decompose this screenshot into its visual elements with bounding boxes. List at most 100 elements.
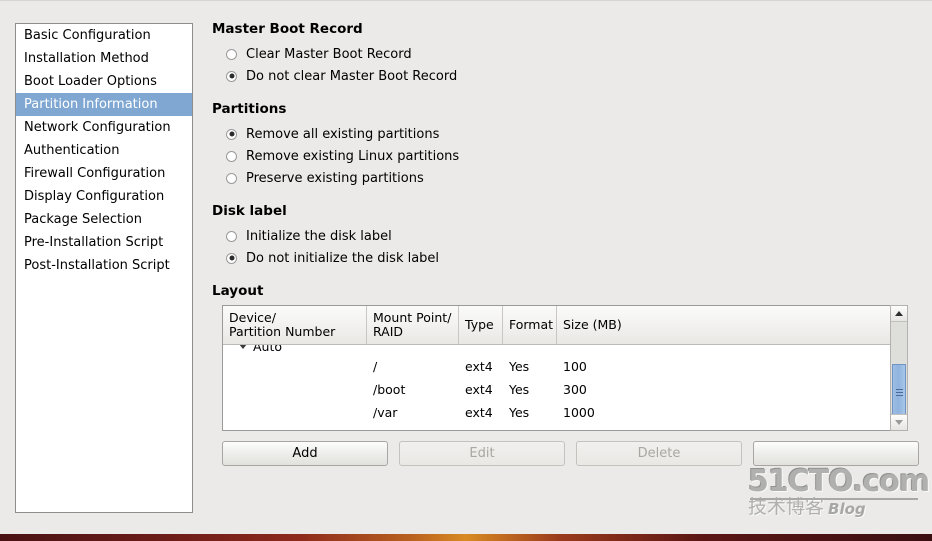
sidebar-item-boot-loader-options[interactable]: Boot Loader Options <box>16 70 192 93</box>
sidebar-item-installation-method[interactable]: Installation Method <box>16 47 192 70</box>
radio-label: Clear Master Boot Record <box>246 46 412 62</box>
radio-label: Initialize the disk label <box>246 228 392 244</box>
chevron-up-icon <box>895 311 903 316</box>
column-header-type-label: Type <box>465 316 494 332</box>
add-button[interactable]: Add <box>222 441 388 466</box>
scroll-down-button[interactable] <box>891 414 907 430</box>
layout-title: Layout <box>212 283 264 299</box>
radio-button-icon[interactable] <box>226 252 237 264</box>
table-row[interactable]: Auto <box>223 345 897 355</box>
scrollbar-thumb[interactable] <box>892 364 906 420</box>
radio-label: Preserve existing partitions <box>246 170 424 186</box>
column-header-device[interactable]: Device/ Partition Number <box>223 306 367 344</box>
expander-triangle-down-icon[interactable] <box>239 345 247 349</box>
sidebar-item-post-installation-script[interactable]: Post-Installation Script <box>16 254 192 277</box>
sidebar-item-network-configuration[interactable]: Network Configuration <box>16 116 192 139</box>
radio-button-icon[interactable] <box>226 172 237 184</box>
fourth-action-button[interactable] <box>753 441 919 466</box>
column-header-size[interactable]: Size (MB) <box>557 306 897 344</box>
cell-type: ext4 <box>465 405 493 420</box>
radio-initialize-disk-label[interactable]: Initialize the disk label <box>212 225 918 247</box>
partitions-group: Partitions Remove all existing partition… <box>212 101 918 189</box>
sidebar-item-partition-information[interactable]: Partition Information <box>16 93 192 116</box>
edit-button[interactable]: Edit <box>399 441 565 466</box>
sidebar-item-package-selection[interactable]: Package Selection <box>16 208 192 231</box>
cell-type: ext4 <box>465 359 493 374</box>
sidebar-item-authentication[interactable]: Authentication <box>16 139 192 162</box>
chevron-down-icon <box>895 420 903 425</box>
radio-label: Remove existing Linux partitions <box>246 148 460 164</box>
cell-format: Yes <box>509 405 530 420</box>
scroll-up-button[interactable] <box>891 306 907 322</box>
partition-layout-area: Device/ Partition Number Mount Point/ RA… <box>212 305 919 466</box>
sidebar-item-display-configuration[interactable]: Display Configuration <box>16 185 192 208</box>
radio-label: Remove all existing partitions <box>246 126 440 142</box>
table-body[interactable]: Auto / ext4 Yes 100 /boot ext4 Yes 300 /… <box>223 345 897 430</box>
sidebar-item-basic-configuration[interactable]: Basic Configuration <box>16 24 192 47</box>
master-boot-record-group: Master Boot Record Clear Master Boot Rec… <box>212 21 918 87</box>
column-header-format-label: Format <box>509 316 554 332</box>
cell-type: ext4 <box>465 382 493 397</box>
cell-device: Auto <box>223 345 367 354</box>
delete-button[interactable]: Delete <box>576 441 742 466</box>
column-header-mount-point[interactable]: Mount Point/ RAID <box>367 306 459 344</box>
partition-information-pane: Master Boot Record Clear Master Boot Rec… <box>212 21 919 521</box>
cell-mount-point: /var <box>373 405 398 420</box>
column-header-type[interactable]: Type <box>459 306 503 344</box>
scrollbar-track[interactable] <box>891 322 907 420</box>
radio-preserve-existing-partitions[interactable]: Preserve existing partitions <box>212 167 918 189</box>
table-row[interactable]: / ext4 Yes 100 <box>223 355 897 378</box>
sidebar-item-label: Pre-Installation Script <box>24 235 164 250</box>
kickstart-configurator-window: Basic Configuration Installation Method … <box>0 0 932 535</box>
column-header-device-line2: Partition Number <box>229 324 336 339</box>
radio-button-icon[interactable] <box>226 230 237 242</box>
cell-mount-point: /boot <box>373 382 406 397</box>
radio-clear-mbr[interactable]: Clear Master Boot Record <box>212 43 918 65</box>
column-header-format[interactable]: Format <box>503 306 557 344</box>
sidebar-item-label: Basic Configuration <box>24 28 151 43</box>
disk-label-title: Disk label <box>212 203 287 219</box>
sidebar-item-label: Firewall Configuration <box>24 166 166 181</box>
radio-do-not-initialize-disk-label[interactable]: Do not initialize the disk label <box>212 247 918 269</box>
radio-button-icon[interactable] <box>226 70 237 82</box>
column-header-size-label: Size (MB) <box>563 316 622 332</box>
radio-remove-all-existing-partitions[interactable]: Remove all existing partitions <box>212 123 918 145</box>
sidebar-item-firewall-configuration[interactable]: Firewall Configuration <box>16 162 192 185</box>
cell-mount-point: / <box>373 359 378 374</box>
sidebar-item-label: Display Configuration <box>24 189 165 204</box>
table-header-row: Device/ Partition Number Mount Point/ RA… <box>223 306 897 345</box>
sidebar-item-label: Package Selection <box>24 212 142 227</box>
sidebar-item-label: Authentication <box>24 143 120 158</box>
grip-line-icon <box>895 391 903 393</box>
disk-label-group: Disk label Initialize the disk label Do … <box>212 203 918 269</box>
cell-format: Yes <box>509 382 530 397</box>
table-row[interactable]: /var ext4 Yes 1000 <box>223 401 897 424</box>
table-vertical-scrollbar[interactable] <box>890 305 908 431</box>
cell-size: 1000 <box>563 405 595 420</box>
sidebar-item-label: Boot Loader Options <box>24 74 157 89</box>
radio-label: Do not initialize the disk label <box>246 250 440 266</box>
radio-button-icon[interactable] <box>226 150 237 162</box>
sidebar-item-label: Network Configuration <box>24 120 171 135</box>
radio-label: Do not clear Master Boot Record <box>246 68 458 84</box>
sidebar-item-label: Post-Installation Script <box>24 258 170 273</box>
partition-action-buttons: Add Edit Delete <box>222 441 919 466</box>
sidebar-item-pre-installation-script[interactable]: Pre-Installation Script <box>16 231 192 254</box>
sidebar-item-label: Installation Method <box>24 51 149 66</box>
column-header-mount-line1: Mount Point/ <box>373 309 452 325</box>
table-row[interactable]: /boot ext4 Yes 300 <box>223 378 897 401</box>
grip-line-icon <box>895 388 903 390</box>
column-header-device-line1: Device/ <box>229 309 276 325</box>
radio-do-not-clear-mbr[interactable]: Do not clear Master Boot Record <box>212 65 918 87</box>
desktop-bottom-strip <box>0 534 932 541</box>
partitions-title: Partitions <box>212 101 287 117</box>
radio-button-icon[interactable] <box>226 128 237 140</box>
cell-format: Yes <box>509 359 530 374</box>
section-navigation-list[interactable]: Basic Configuration Installation Method … <box>15 23 193 513</box>
cell-device-label: Auto <box>253 345 283 354</box>
radio-remove-existing-linux-partitions[interactable]: Remove existing Linux partitions <box>212 145 918 167</box>
cell-size: 300 <box>563 382 587 397</box>
radio-button-icon[interactable] <box>226 48 237 60</box>
sidebar-item-label: Partition Information <box>24 97 158 112</box>
grip-line-icon <box>895 394 903 396</box>
